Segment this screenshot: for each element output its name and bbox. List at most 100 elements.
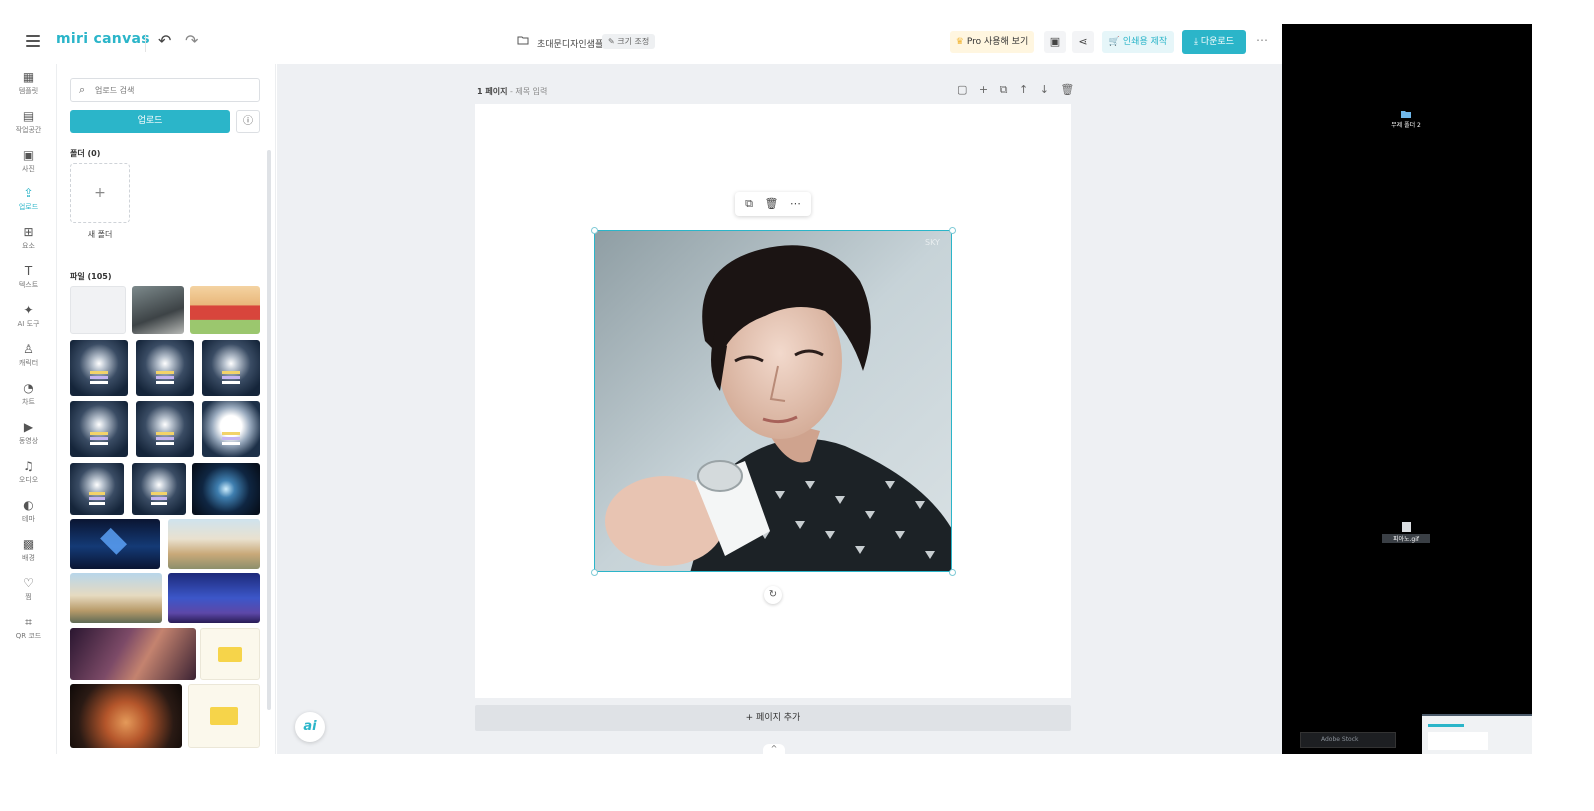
desktop-folder[interactable]: 무제 폴더 2 [1382,110,1430,129]
sidebar-item[interactable]: ♡ 찜 [0,572,57,610]
duplicate-icon[interactable]: ⧉ [745,197,753,210]
share-icon[interactable]: ⋖ [1072,31,1094,53]
ai-assistant-button[interactable]: ai [295,712,325,742]
download-label: 다운로드 [1200,37,1234,47]
file-thumbnail[interactable] [192,463,260,515]
sidebar-item[interactable]: T 텍스트 [0,260,57,298]
download-button[interactable]: ⤓ 다운로드 [1182,30,1246,54]
redo-icon[interactable]: ↷ [185,31,198,50]
sidebar-item[interactable]: ⇪ 업로드 [0,182,57,220]
sidebar-item-label: 템플릿 [18,87,39,95]
file-thumbnail[interactable] [70,401,128,457]
sidebar-item[interactable]: ◐ 테마 [0,494,57,532]
page-memo-icon[interactable]: ▢ [957,83,967,96]
sidebar-item-icon: ▦ [22,70,35,84]
sidebar-item[interactable]: ♫ 오디오 [0,455,57,493]
desktop-background: 무제 폴더 2 피아노.gif Adobe Stock [1282,24,1532,754]
search-input[interactable] [95,82,255,99]
sidebar-item-icon: ♙ [23,342,34,356]
sidebar-item-label: 사진 [22,165,35,173]
download-icon: ⤓ [1194,37,1201,47]
sidebar-item-icon: ⌗ [25,615,32,629]
miricanvas-app: miri canvas ↶ ↷ 초대문디자인샘플 ✎ 크기 조정 ♛ Pro 사용… [0,0,1282,780]
sidebar-item[interactable]: ⊞ 요소 [0,221,57,259]
folder-icon[interactable] [517,34,529,48]
collapse-chevron-icon[interactable]: ^ [763,744,785,754]
print-order-button[interactable]: 🛒 인쇄용 제작 [1102,31,1174,53]
document-title[interactable]: 초대문디자인샘플 [537,37,603,50]
desktop-file[interactable]: 피아노.gif [1382,522,1430,543]
resize-handle[interactable] [591,227,598,234]
new-folder-button[interactable]: + [70,163,130,223]
panel-scrollbar[interactable] [267,150,271,710]
sidebar-item[interactable]: ♙ 캐릭터 [0,338,57,376]
delete-page-icon[interactable]: 🗑 [1060,83,1074,96]
canvas-workspace: 1 페이지 - 제목 입력 ▢ + ⧉ ↑ ↓ 🗑 ⧉ 🗑 ⋯ SKY ↻ + … [277,64,1282,754]
sidebar-item[interactable]: ▦ 템플릿 [0,66,57,104]
resize-handle[interactable] [591,569,598,576]
resize-handle[interactable] [949,227,956,234]
resize-handle[interactable] [949,569,956,576]
sidebar-item-icon: ▤ [22,109,35,123]
file-thumbnail[interactable] [168,573,260,623]
file-thumbnail[interactable] [70,463,124,515]
rotate-icon[interactable]: ↻ [764,586,782,604]
save-icon[interactable]: ▣ [1044,31,1066,53]
file-thumbnail[interactable] [190,286,260,334]
sidebar-item[interactable]: ▶ 동영상 [0,416,57,454]
file-thumbnail[interactable] [136,340,194,396]
file-thumbnail[interactable] [132,463,186,515]
sidebar-item-icon: ✦ [23,303,34,317]
file-thumbnail[interactable] [70,628,196,680]
move-down-icon[interactable]: ↓ [1040,83,1049,96]
search-icon: ⌕ [79,83,86,96]
window-thumbnail-content [1428,732,1488,750]
file-thumbnail[interactable] [200,628,260,680]
sidebar-item[interactable]: ▤ 작업공간 [0,105,57,143]
sidebar-item[interactable]: ◔ 차트 [0,377,57,415]
file-thumbnail[interactable] [202,401,260,457]
file-thumbnail[interactable] [70,286,126,334]
files-heading: 파일 (105) [70,272,112,281]
resize-button[interactable]: ✎ 크기 조정 [602,34,656,49]
sidebar-item[interactable]: ✦ AI 도구 [0,299,57,337]
file-thumbnail[interactable] [132,286,184,334]
sidebar-item[interactable]: ▩ 배경 [0,533,57,571]
new-folder-label: 새 폴더 [87,230,113,239]
page-title-input[interactable]: - 제목 입력 [507,87,547,96]
sidebar-item-icon: ◐ [23,498,34,512]
more-icon[interactable]: ⋯ [790,197,801,210]
move-up-icon[interactable]: ↑ [1019,83,1028,96]
file-thumbnail[interactable] [70,684,182,748]
window-thumbnail[interactable] [1422,714,1532,754]
app-logo[interactable]: miri canvas [56,31,150,47]
more-options-icon[interactable]: ⋯ [1256,33,1268,47]
hamburger-menu-icon[interactable] [26,35,40,47]
file-thumbnail[interactable] [70,573,162,623]
file-thumbnail[interactable] [188,684,260,748]
crown-icon: ♛ [955,37,964,47]
duplicate-page-icon[interactable]: ⧉ [1000,83,1008,96]
info-icon[interactable]: ⓘ [236,110,260,133]
sidebar-item-label: QR 코드 [15,632,42,640]
sidebar-item[interactable]: ⌗ QR 코드 [0,611,57,649]
file-thumbnail[interactable] [202,340,260,396]
search-box[interactable]: ⌕ [70,78,260,102]
file-thumbnail[interactable] [168,519,260,569]
file-thumbnail[interactable] [70,340,128,396]
trash-icon[interactable]: 🗑 [764,197,778,210]
folder-icon [1401,111,1411,118]
sidebar-item-icon: ▣ [22,148,35,162]
svg-text:SKY: SKY [925,238,940,247]
taskbar-search[interactable]: Adobe Stock [1300,732,1396,748]
add-page-icon[interactable]: + [979,83,988,96]
file-thumbnail[interactable] [70,519,160,569]
pro-trial-button[interactable]: ♛ Pro 사용해 보기 [950,31,1034,53]
selected-photo[interactable]: SKY [594,230,952,572]
add-page-button[interactable]: + 페이지 추가 [475,705,1071,731]
file-thumbnail[interactable] [136,401,194,457]
undo-icon[interactable]: ↶ [158,31,171,50]
sidebar-item[interactable]: ▣ 사진 [0,144,57,182]
page-label[interactable]: 1 페이지 - 제목 입력 [477,86,547,97]
upload-button[interactable]: 업로드 [70,110,230,133]
